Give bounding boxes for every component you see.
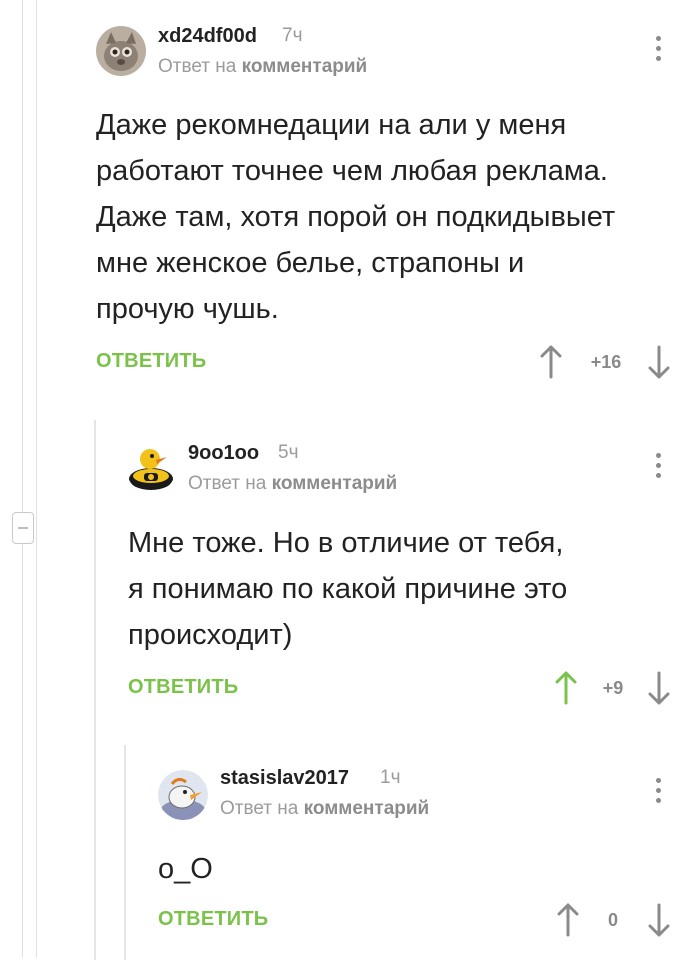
comment-text: Даже рекомнедации на али у меня работают… xyxy=(96,102,615,332)
comment-text-line: происходит) xyxy=(128,619,293,651)
reply-to-line: Ответ на комментарий xyxy=(220,798,429,820)
reply-to-link[interactable]: комментарий xyxy=(272,473,398,494)
arrow-up-icon[interactable] xyxy=(539,345,563,379)
comment-text-line: Даже там, хотя порой он подкидывыет xyxy=(96,201,616,233)
cat-avatar-icon xyxy=(96,26,146,76)
comment-text-line: o_O xyxy=(158,853,213,885)
reply-to-prefix: Ответ на xyxy=(188,473,267,494)
reply-to-prefix: Ответ на xyxy=(158,56,237,77)
reply-to-line: Ответ на комментарий xyxy=(158,56,367,78)
comment-text-line: Мне тоже. Но в отличие от тебя, xyxy=(128,527,564,559)
collapse-thread-button[interactable] xyxy=(12,512,34,544)
kebab-menu-icon[interactable] xyxy=(653,778,663,818)
kebab-menu-icon[interactable] xyxy=(653,453,663,493)
reply-indent-line-nested xyxy=(124,745,126,960)
reply-button[interactable]: ОТВЕТИТЬ xyxy=(96,350,206,373)
arrow-down-icon[interactable] xyxy=(647,671,671,705)
author-name[interactable]: xd24df00d xyxy=(158,25,257,48)
arrow-up-icon[interactable] xyxy=(556,903,580,937)
bird-avatar-icon xyxy=(158,770,208,820)
reply-indent-line xyxy=(94,420,96,960)
reply-to-link[interactable]: комментарий xyxy=(242,56,368,77)
rating-value: 0 xyxy=(607,910,618,930)
reply-button[interactable]: ОТВЕТИТЬ xyxy=(158,908,268,931)
duck-avatar-icon xyxy=(126,443,176,493)
avatar[interactable] xyxy=(158,770,208,820)
comment-time: 1ч xyxy=(380,767,401,788)
arrow-down-icon[interactable] xyxy=(647,903,671,937)
comment-text: o_O xyxy=(158,846,213,892)
comment-text-line: мне женское белье, страпоны и xyxy=(96,247,525,279)
reply-to-prefix: Ответ на xyxy=(220,798,299,819)
thread-line-outer xyxy=(22,0,23,958)
rating-value: +9 xyxy=(602,678,624,698)
comment-time: 7ч xyxy=(282,25,303,46)
reply-button[interactable]: ОТВЕТИТЬ xyxy=(128,676,238,699)
author-name[interactable]: stasislav2017 xyxy=(220,767,349,790)
thread-line-inner xyxy=(36,0,37,958)
arrow-down-icon[interactable] xyxy=(647,345,671,379)
comment-text-line: прочую чушь. xyxy=(96,293,279,325)
comment-time: 5ч xyxy=(278,442,299,463)
comment-text-line: я понимаю по какой причине это xyxy=(128,573,568,605)
arrow-up-icon[interactable] xyxy=(554,671,578,705)
kebab-menu-icon[interactable] xyxy=(653,36,663,76)
author-name[interactable]: 9oo1oo xyxy=(188,442,259,465)
comment-text-line: Даже рекомнедации на али у меня xyxy=(96,109,567,141)
comment-text-line: работают точнее чем любая реклама. xyxy=(96,155,608,187)
reply-to-line: Ответ на комментарий xyxy=(188,473,397,495)
rating-value: +16 xyxy=(590,352,622,372)
avatar[interactable] xyxy=(96,26,146,76)
avatar[interactable] xyxy=(126,443,176,493)
reply-to-link[interactable]: комментарий xyxy=(304,798,430,819)
comment-text: Мне тоже. Но в отличие от тебя, я понима… xyxy=(128,520,567,658)
